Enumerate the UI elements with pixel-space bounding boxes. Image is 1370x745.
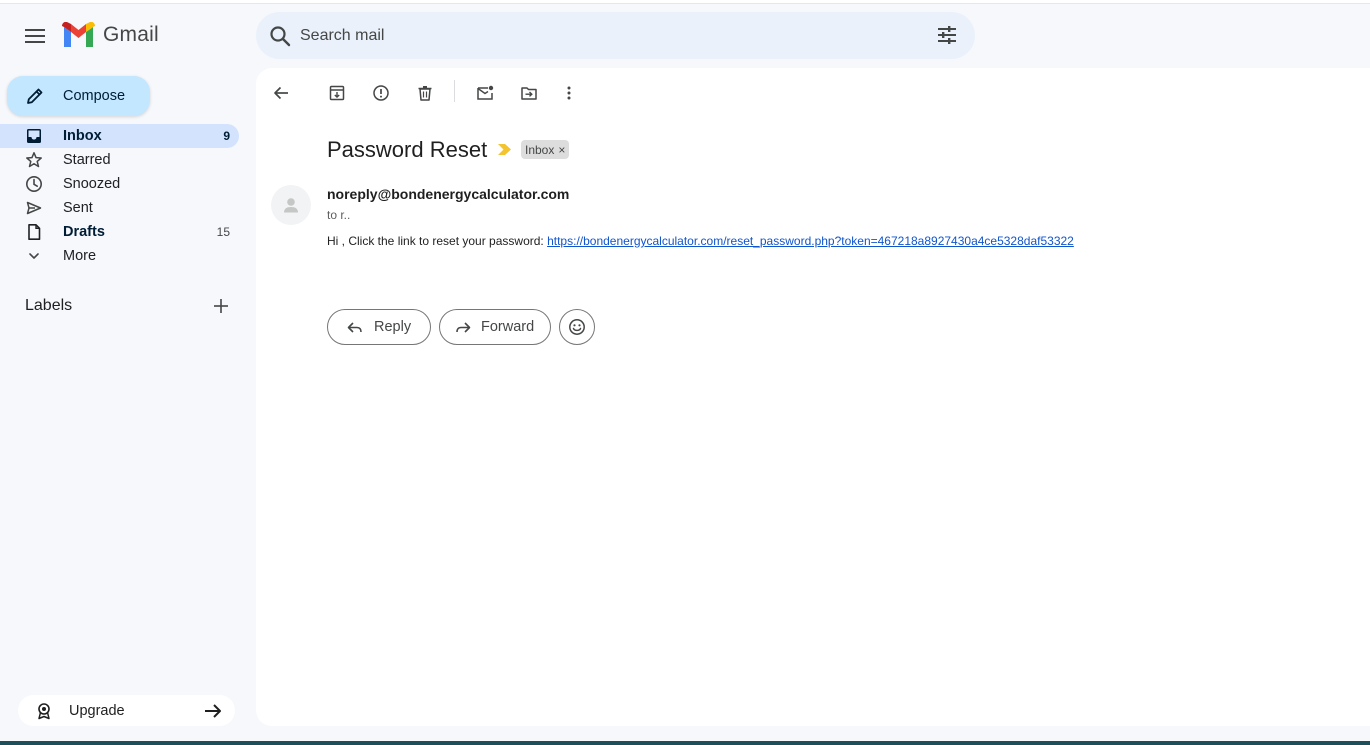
sidebar-item-more[interactable]: More — [0, 244, 239, 268]
more-vert-icon — [567, 86, 571, 100]
draft-icon — [28, 224, 41, 240]
inbox-chip-label: Inbox — [525, 142, 555, 157]
sidebar-item-drafts[interactable]: Drafts 15 — [0, 220, 239, 244]
unread-count: 9 — [223, 129, 230, 143]
gmail-logo-text: Gmail — [103, 22, 159, 46]
reply-button[interactable]: Reply — [327, 309, 431, 345]
move-to-button[interactable] — [518, 82, 540, 104]
delete-button[interactable] — [414, 82, 436, 104]
sidebar-item-label: More — [63, 248, 97, 264]
arrow-right-icon — [205, 704, 221, 718]
upgrade-button[interactable]: Upgrade — [18, 695, 235, 726]
inbox-label-chip: Inbox × — [521, 140, 570, 159]
sidebar-item-sent[interactable]: Sent — [0, 196, 239, 220]
search-input[interactable] — [300, 20, 920, 51]
main-menu-button[interactable] — [18, 19, 52, 53]
more-options-button[interactable] — [558, 82, 580, 104]
forward-button[interactable]: Forward — [439, 309, 551, 345]
archive-icon — [329, 85, 345, 101]
person-icon — [284, 198, 298, 213]
archive-button[interactable] — [326, 82, 348, 104]
sidebar-nav: Inbox 9 Starred Snoozed Sent Drafts 15 M… — [0, 124, 240, 268]
chevron-down-icon — [29, 253, 39, 259]
message-body: Hi , Click the link to reset your passwo… — [327, 234, 1074, 248]
sidebar-item-label: Inbox — [63, 128, 102, 144]
send-icon — [26, 201, 42, 215]
reply-label: Reply — [374, 319, 412, 335]
add-label-icon[interactable] — [211, 296, 231, 316]
forward-label: Forward — [481, 319, 535, 335]
hamburger-menu-icon — [25, 29, 45, 43]
toolbar-divider — [454, 80, 455, 102]
body-text: , Click the link to reset your password: — [341, 234, 548, 248]
window-top-edge — [0, 0, 1370, 4]
star-icon — [26, 152, 42, 168]
smiley-icon — [569, 319, 585, 335]
reply-icon — [347, 322, 362, 333]
sidebar-item-label: Starred — [63, 152, 111, 168]
pencil-icon — [27, 88, 43, 104]
upgrade-label: Upgrade — [69, 703, 125, 719]
labels-heading: Labels — [25, 297, 73, 314]
clock-icon — [26, 176, 42, 192]
back-button[interactable] — [270, 82, 292, 104]
arrow-left-icon — [274, 86, 288, 100]
reset-password-link[interactable]: https://bondenergycalculator.com/reset_p… — [547, 234, 1074, 248]
sidebar-item-label: Drafts — [63, 224, 105, 240]
mark-unread-icon — [477, 85, 494, 100]
emoji-reaction-button[interactable] — [559, 309, 595, 345]
importance-marker-icon[interactable] — [498, 144, 511, 155]
sender-avatar[interactable] — [271, 185, 311, 225]
report-spam-button[interactable] — [370, 82, 392, 104]
search-bar — [256, 12, 975, 59]
trash-icon — [418, 86, 432, 101]
mark-unread-button[interactable] — [474, 82, 496, 104]
search-icon[interactable] — [268, 24, 292, 48]
compose-button[interactable]: Compose — [7, 76, 150, 116]
sidebar-item-label: Snoozed — [63, 176, 121, 192]
search-options-icon[interactable] — [935, 23, 959, 47]
recipient-details[interactable]: to r.. — [327, 208, 350, 222]
sender-email: noreply@bondenergycalculator.com — [327, 186, 570, 202]
gmail-m-icon — [62, 22, 95, 47]
sidebar-item-label: Sent — [63, 200, 93, 216]
drafts-count: 15 — [216, 225, 230, 239]
forward-icon — [456, 322, 471, 333]
award-badge-icon — [38, 703, 50, 720]
body-greeting: Hi — [327, 234, 342, 248]
sidebar-item-starred[interactable]: Starred — [0, 148, 239, 172]
compose-label: Compose — [63, 88, 126, 104]
report-spam-icon — [373, 85, 389, 101]
remove-label-button[interactable]: × — [558, 143, 565, 157]
inbox-icon — [27, 129, 41, 143]
message-subject: Password Reset — [327, 137, 488, 162]
sidebar-item-inbox[interactable]: Inbox 9 — [0, 124, 239, 148]
taskbar-edge — [0, 741, 1370, 745]
move-to-folder-icon — [521, 87, 537, 100]
sidebar-item-snoozed[interactable]: Snoozed — [0, 172, 239, 196]
gmail-logo[interactable]: Gmail — [62, 22, 159, 47]
message-view: Password Reset Inbox × noreply@bondenerg… — [256, 68, 1370, 726]
